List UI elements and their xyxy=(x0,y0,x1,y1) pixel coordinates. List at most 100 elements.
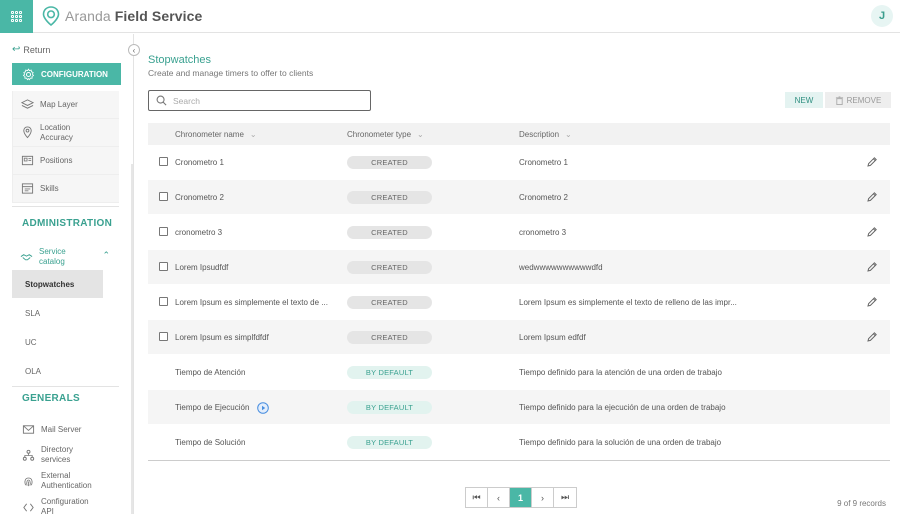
sidebar-item-stopwatches[interactable]: Stopwatches xyxy=(12,270,103,298)
sidebar-scrollbar[interactable] xyxy=(131,164,133,514)
return-link[interactable]: ↩ Return xyxy=(12,44,50,55)
chronometer-name: Tiempo de Ejecución xyxy=(175,403,250,412)
table-row[interactable]: Lorem Ipsum es simplemente el texto de .… xyxy=(148,285,890,320)
cell-description: cronometro 3 xyxy=(519,215,849,250)
cell-name: Lorem Ipsudfdf xyxy=(175,250,340,285)
column-header-name[interactable]: Chronometer name ⌄ xyxy=(175,123,257,145)
row-checkbox[interactable] xyxy=(159,332,168,341)
sidebar-item-directory-services[interactable]: Directory services xyxy=(22,445,91,465)
chronometer-description: cronometro 3 xyxy=(519,228,567,237)
chronometer-description: Lorem Ipsum es simplemente el texto de r… xyxy=(519,298,737,307)
sidebar-item-skills[interactable]: Skills xyxy=(13,175,119,203)
table-row[interactable]: Tiempo de Atención BY DEFAULT Tiempo defin… xyxy=(148,355,890,390)
chronometer-name: Lorem Ipsum es simplfdfdf xyxy=(175,333,269,342)
sidebar-item-sla[interactable]: SLA xyxy=(12,299,103,327)
new-label: NEW xyxy=(794,95,814,105)
pencil-icon[interactable] xyxy=(866,156,878,168)
return-arrow-icon: ↩ xyxy=(12,44,21,55)
table-row[interactable]: Cronometro 2 CREATED Cronometro 2 xyxy=(148,180,890,215)
pencil-icon[interactable] xyxy=(866,226,878,238)
chevron-left-icon: ‹ xyxy=(132,45,136,55)
table-row[interactable]: Cronometro 1 CREATED Cronometro 1 xyxy=(148,145,890,180)
sidebar-item-mail-server[interactable]: Mail Server xyxy=(22,423,81,436)
sidebar-item-label: Mail Server xyxy=(41,424,82,434)
row-checkbox[interactable] xyxy=(159,262,168,271)
pagination: ⏮ ‹ 1 › ⏭ xyxy=(465,487,577,508)
generals-title: GENERALS xyxy=(22,393,80,404)
table-row[interactable]: Lorem Ipsudfdf CREATED wedwwwwwwwwwwdfd xyxy=(148,250,890,285)
configuration-label: CONFIGURATION xyxy=(41,69,108,79)
table-row[interactable]: cronometro 3 CREATED cronometro 3 xyxy=(148,215,890,250)
search-box[interactable] xyxy=(148,90,371,111)
fingerprint-icon xyxy=(24,477,33,486)
last-page-button[interactable]: ⏭ xyxy=(554,488,576,507)
pencil-icon[interactable] xyxy=(866,261,878,273)
sidebar-item-positions[interactable]: Positions xyxy=(13,147,119,175)
cell-type: CREATED xyxy=(347,180,467,215)
chronometer-description: wedwwwwwwwwwwdfd xyxy=(519,263,603,272)
pencil-icon[interactable] xyxy=(866,296,878,308)
sidebar-item-ola[interactable]: OLA xyxy=(12,357,103,385)
search-input[interactable] xyxy=(173,95,363,106)
page-button-current[interactable]: 1 xyxy=(510,488,532,507)
row-checkbox[interactable] xyxy=(159,192,168,201)
brand-name: Aranda Field Service xyxy=(65,8,203,24)
main-content: Stopwatches Create and manage timers to … xyxy=(135,34,900,514)
cell-type: BY DEFAULT xyxy=(347,425,467,460)
type-badge: BY DEFAULT xyxy=(347,366,432,379)
page-title: Stopwatches xyxy=(148,54,211,66)
chevron-down-icon: ⌄ xyxy=(249,129,257,139)
collapse-sidebar-button[interactable]: ‹ xyxy=(128,44,140,56)
type-badge: CREATED xyxy=(347,331,432,344)
last-page-icon: ⏭ xyxy=(560,492,570,502)
table-row[interactable]: Tiempo de Ejecución BY DEFAULT Tiempo defi… xyxy=(148,390,890,425)
cell-type: CREATED xyxy=(347,145,467,180)
sidebar-item-uc[interactable]: UC xyxy=(12,328,103,356)
cell-name: Lorem Ipsum es simplemente el texto de .… xyxy=(175,285,340,320)
apps-menu-button[interactable] xyxy=(0,0,33,33)
sidebar-item-location-accuracy[interactable]: Location Accuracy xyxy=(13,119,119,147)
row-checkbox[interactable] xyxy=(159,297,168,306)
column-header-label: Chronometer name xyxy=(175,129,244,139)
chronometer-description: Cronometro 2 xyxy=(519,193,568,202)
sidebar-item-external-authentication[interactable]: External Authentication xyxy=(22,471,103,491)
sidebar-item-map-layer[interactable]: Map Layer xyxy=(13,91,119,119)
cell-name: cronometro 3 xyxy=(175,215,340,250)
row-checkbox[interactable] xyxy=(159,227,168,236)
sidebar-item-service-catalog[interactable]: Service catalog ⌃ xyxy=(20,244,120,270)
previous-page-button[interactable]: ‹ xyxy=(488,488,510,507)
table-row[interactable]: Tiempo de Solución BY DEFAULT Tiempo defin… xyxy=(148,425,890,460)
location-pin-icon xyxy=(23,126,32,139)
chevron-up-icon: ⌃ xyxy=(102,250,110,260)
column-header-type[interactable]: Chronometer type ⌄ xyxy=(347,123,424,145)
chronometer-description: Tiempo definido para la atención de una … xyxy=(519,368,722,377)
new-button[interactable]: NEW xyxy=(785,92,823,108)
table-row[interactable]: Lorem Ipsum es simplfdfdf CREATED Lorem Ip… xyxy=(148,320,890,355)
cell-description: Cronometro 1 xyxy=(519,145,849,180)
remove-button[interactable]: REMOVE xyxy=(825,92,891,108)
timer-icon[interactable] xyxy=(257,401,270,414)
pencil-icon[interactable] xyxy=(866,191,878,203)
row-checkbox[interactable] xyxy=(159,157,168,166)
handshake-icon xyxy=(20,253,33,260)
user-avatar[interactable]: J xyxy=(871,5,893,27)
pencil-icon[interactable] xyxy=(866,331,878,343)
next-page-button[interactable]: › xyxy=(532,488,554,507)
cell-name: Cronometro 2 xyxy=(175,180,340,215)
first-page-icon: ⏮ xyxy=(472,492,481,502)
type-badge: CREATED xyxy=(347,156,432,169)
gear-icon xyxy=(22,67,35,80)
directory-icon xyxy=(22,449,35,461)
cell-description: Lorem Ipsum es simplemente el texto de r… xyxy=(519,285,849,320)
sidebar-item-label: UC xyxy=(25,337,37,347)
sidebar-item-configuration-api[interactable]: Configuration API xyxy=(22,497,99,514)
configuration-button[interactable]: CONFIGURATION xyxy=(12,63,121,85)
sidebar-item-label: Service catalog xyxy=(39,247,66,266)
administration-title: ADMINISTRATION xyxy=(22,218,113,229)
sidebar-item-label: Positions xyxy=(40,155,73,165)
column-header-description[interactable]: Description ⌄ xyxy=(519,123,572,145)
chronometer-name: Tiempo de Atención xyxy=(175,368,246,377)
first-page-button[interactable]: ⏮ xyxy=(466,488,488,507)
divider xyxy=(12,206,119,207)
type-badge: BY DEFAULT xyxy=(347,436,432,449)
